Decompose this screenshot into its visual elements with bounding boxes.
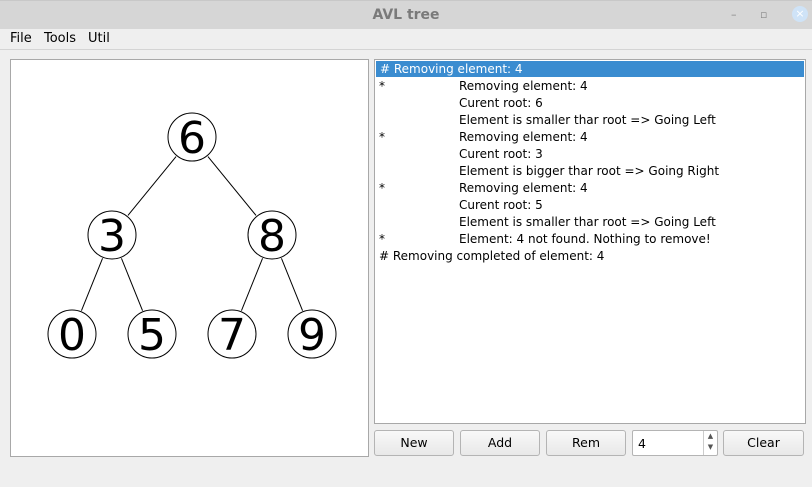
spinbox-value[interactable]: 4 (638, 436, 646, 451)
tree-node: 0 (47, 309, 97, 361)
log-row[interactable]: Element is smaller thar root => Going Le… (375, 214, 805, 231)
menu-tools[interactable]: Tools (44, 31, 76, 46)
log-text: Removing element: 4 (459, 130, 588, 144)
menu-bar: File Tools Util (0, 28, 812, 50)
restore-icon[interactable]: ▫ (760, 8, 767, 21)
log-row[interactable]: * Removing element: 4 (375, 180, 805, 197)
node-value: 6 (178, 113, 206, 164)
log-row[interactable]: * Element: 4 not found. Nothing to remove… (375, 231, 805, 248)
log-text: # Removing element: 4 (380, 62, 523, 76)
log-row[interactable]: Curent root: 5 (375, 197, 805, 214)
tree-edge (280, 258, 304, 311)
log-bullet: * (379, 232, 385, 246)
clear-button[interactable]: Clear (723, 430, 804, 456)
tree-node: 9 (287, 309, 337, 361)
tree-node: 3 (87, 210, 137, 262)
log-bullet: * (379, 181, 385, 195)
node-value: 3 (98, 211, 126, 262)
log-list[interactable]: # Removing element: 4 * Removing element: … (374, 59, 806, 424)
rem-button[interactable]: Rem (546, 430, 626, 456)
log-text: Curent root: 3 (459, 147, 543, 161)
log-row[interactable]: Curent root: 3 (375, 146, 805, 163)
node-value: 8 (258, 211, 286, 262)
log-text: Curent root: 5 (459, 198, 543, 212)
minimize-icon[interactable]: – (731, 8, 737, 21)
window-title: AVL tree (372, 7, 440, 23)
log-row[interactable]: # Removing completed of element: 4 (375, 248, 805, 265)
log-row[interactable]: Curent root: 6 (375, 95, 805, 112)
close-icon[interactable]: × (792, 6, 808, 22)
tree-edge (127, 156, 177, 216)
tree-edge (80, 258, 104, 311)
node-value: 7 (218, 310, 246, 361)
log-text: Element is smaller thar root => Going Le… (459, 113, 716, 127)
tree-node: 7 (207, 309, 257, 361)
tree-drawing: 6 3 8 0 5 7 9 (47, 112, 337, 361)
log-text: # Removing completed of element: 4 (379, 249, 605, 263)
tree-edge (120, 258, 144, 311)
log-row[interactable]: # Removing element: 4 (376, 61, 804, 77)
spin-down-icon[interactable]: ▼ (704, 442, 717, 453)
log-text: Removing element: 4 (459, 181, 588, 195)
log-text: Element is smaller thar root => Going Le… (459, 215, 716, 229)
spin-up-icon[interactable]: ▲ (704, 431, 717, 442)
node-value: 9 (298, 310, 326, 361)
log-text: Element is bigger thar root => Going Rig… (459, 164, 720, 178)
value-spinbox[interactable]: 4 ▲ ▼ (632, 430, 718, 456)
spinbox-arrows[interactable]: ▲ ▼ (703, 431, 717, 455)
log-bullet: * (379, 79, 385, 93)
log-row[interactable]: Element is bigger thar root => Going Rig… (375, 163, 805, 180)
tree-edge (207, 156, 257, 216)
menu-util[interactable]: Util (88, 31, 110, 46)
log-row[interactable]: * Removing element: 4 (375, 78, 805, 95)
log-text: Removing element: 4 (459, 79, 588, 93)
tree-node: 8 (247, 210, 297, 262)
log-bullet: * (379, 130, 385, 144)
new-button[interactable]: New (374, 430, 454, 456)
log-text: Element: 4 not found. Nothing to remove! (459, 232, 711, 246)
tree-canvas: 6 3 8 0 5 7 9 (10, 59, 369, 457)
tree-edge (240, 258, 264, 311)
log-text: Curent root: 6 (459, 96, 543, 110)
tree-node: 5 (127, 309, 177, 361)
title-bar: AVL tree – ▫ × (0, 0, 812, 29)
node-value: 0 (58, 310, 86, 361)
add-button[interactable]: Add (460, 430, 540, 456)
log-row[interactable]: Element is smaller thar root => Going Le… (375, 112, 805, 129)
node-value: 5 (138, 310, 166, 361)
log-row[interactable]: * Removing element: 4 (375, 129, 805, 146)
tree-node: 6 (167, 112, 217, 164)
menu-file[interactable]: File (10, 31, 32, 46)
